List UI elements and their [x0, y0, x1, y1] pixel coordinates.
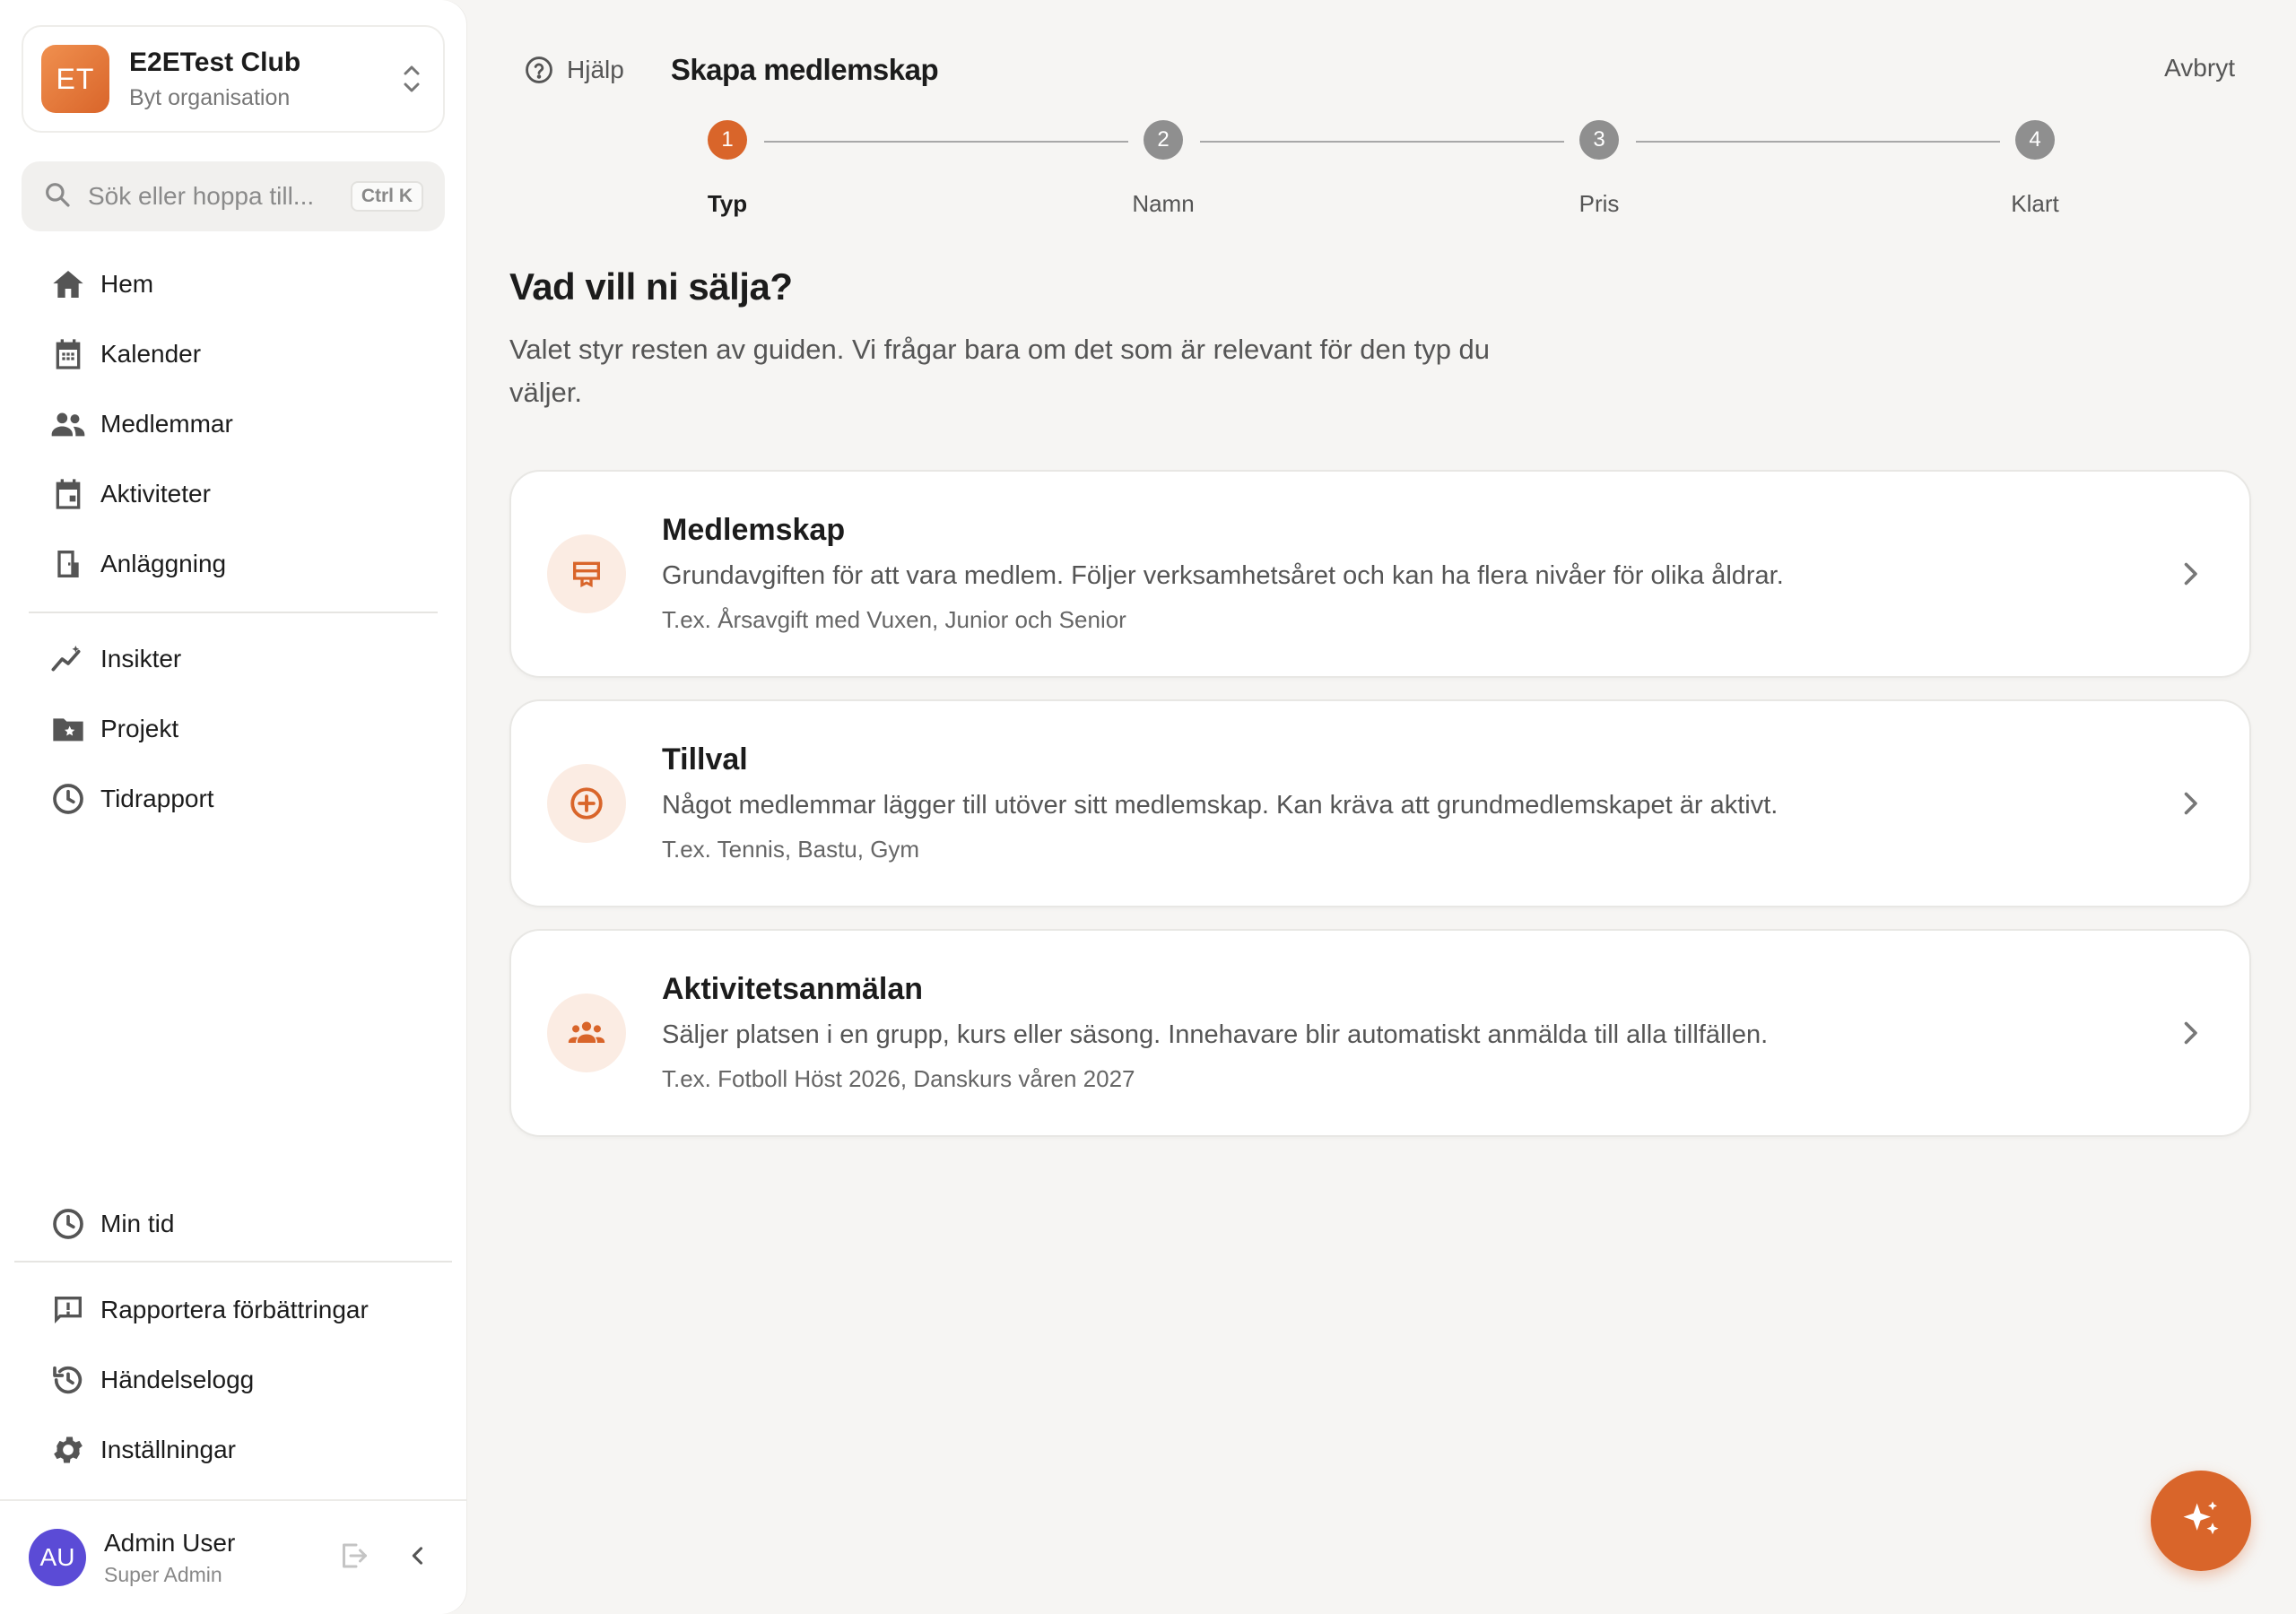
step-1-indicator[interactable]: 1 — [708, 120, 747, 160]
sidebar-item-insights[interactable]: Insikter — [0, 624, 466, 694]
sidebar-item-event-log[interactable]: Händelselogg — [0, 1345, 466, 1415]
sidebar-item-home[interactable]: Hem — [0, 249, 466, 319]
clock-icon — [53, 1209, 83, 1239]
step-connector — [764, 141, 1128, 143]
step-2-label: Namn — [1132, 190, 1195, 217]
sidebar-item-timesheet[interactable]: Tidrapport — [0, 764, 466, 834]
option-title: Tillval — [662, 742, 748, 777]
project-folder-icon — [53, 718, 83, 742]
option-description: Grundavgiften för att vara medlem. Följe… — [662, 561, 1784, 590]
sidebar-item-report-improvements[interactable]: Rapportera förbättringar — [0, 1275, 466, 1345]
option-example: T.ex. Årsavgift med Vuxen, Junior och Se… — [662, 606, 1126, 633]
step-3-label: Pris — [1578, 190, 1620, 217]
history-icon — [53, 1366, 83, 1394]
gear-icon — [54, 1436, 83, 1463]
section-heading: Vad vill ni sälja? — [509, 265, 793, 308]
option-card-membership[interactable]: Medlemskap Grundavgiften för att vara me… — [509, 470, 2251, 678]
option-example: T.ex. Fotboll Höst 2026, Danskurs våren … — [662, 1065, 1135, 1092]
step-1-label: Typ — [707, 190, 748, 217]
user-profile[interactable]: AU Admin User Super Admin — [0, 1499, 466, 1614]
add-circle-icon — [547, 764, 626, 843]
sidebar-item-settings[interactable]: Inställningar — [0, 1415, 466, 1485]
event-icon — [56, 479, 81, 509]
sidebar-item-members[interactable]: Medlemmar — [0, 389, 466, 459]
sidebar-item-projects[interactable]: Projekt — [0, 694, 466, 764]
sidebar-item-facility[interactable]: Anläggning — [0, 529, 466, 599]
footer-nav: Rapportera förbättringar Händelselogg In… — [0, 1275, 466, 1485]
sidebar-item-label: Anläggning — [100, 550, 227, 577]
option-description: Säljer platsen i en grupp, kurs eller sä… — [662, 1020, 1769, 1049]
section-intro: Valet styr resten av guiden. Vi frågar b… — [509, 334, 1491, 408]
sidebar-item-label: Min tid — [100, 1210, 175, 1237]
primary-nav: Hem Kalender Medlemmar Aktiviteter Anläg… — [0, 249, 466, 599]
user-name: Admin User — [104, 1528, 236, 1557]
people-icon — [51, 412, 85, 437]
secondary-nav: Insikter Projekt Tidrapport — [0, 624, 466, 834]
step-connector — [1636, 141, 2000, 143]
step-4-label: Klart — [2011, 190, 2059, 217]
step-2-indicator: 2 — [1144, 120, 1183, 160]
step-connector — [1200, 141, 1564, 143]
sidebar-item-label: Hem — [100, 270, 154, 298]
sidebar-item-label: Tidrapport — [100, 785, 214, 812]
sidebar-item-my-time[interactable]: Min tid — [0, 1189, 466, 1259]
option-title: Aktivitetsanmälan — [662, 972, 923, 1006]
user-role: Super Admin — [104, 1562, 222, 1586]
ai-assistant-button[interactable] — [2151, 1471, 2251, 1571]
option-title: Medlemskap — [662, 513, 846, 547]
sidebar-item-label: Aktiviteter — [100, 480, 211, 508]
sidebar-item-label: Händelselogg — [100, 1366, 255, 1393]
sidebar-item-label: Kalender — [100, 340, 202, 368]
membership-card-icon — [547, 534, 626, 613]
insights-icon — [51, 646, 81, 672]
home-icon — [53, 271, 83, 298]
option-description: Något medlemmar lägger till utöver sitt … — [662, 791, 1779, 820]
group-icon — [547, 994, 626, 1072]
sidebar-item-label: Medlemmar — [100, 410, 233, 438]
nav-divider — [29, 612, 438, 613]
chevron-right-icon — [2174, 787, 2206, 824]
nav-divider — [14, 1261, 452, 1263]
sidebar-item-calendar[interactable]: Kalender — [0, 319, 466, 389]
sidebar-item-label: Projekt — [100, 715, 179, 742]
personal-nav: Min tid — [0, 1189, 466, 1259]
clock-icon — [53, 784, 83, 814]
sidebar-item-activities[interactable]: Aktiviteter — [0, 459, 466, 529]
sparkle-icon — [2183, 1501, 2219, 1535]
chevron-right-icon — [2174, 558, 2206, 594]
logout-icon[interactable] — [337, 1540, 370, 1576]
facility-icon — [57, 551, 79, 577]
option-example: T.ex. Tennis, Bastu, Gym — [662, 836, 920, 863]
user-actions — [337, 1540, 430, 1576]
avatar: AU — [29, 1529, 86, 1586]
sidebar: ET E2ETest Club Byt organisation Sök ell… — [0, 0, 466, 1614]
sidebar-item-label: Rapportera förbättringar — [100, 1296, 369, 1323]
option-card-addon[interactable]: Tillval Något medlemmar lägger till utöv… — [509, 699, 2251, 907]
collapse-sidebar-icon[interactable] — [405, 1543, 430, 1573]
user-info: Admin User Super Admin — [104, 1529, 337, 1587]
calendar-icon — [56, 339, 81, 369]
wizard-stepper: 1 2 3 4 Typ Namn Pris Klart — [0, 0, 2296, 233]
step-4-indicator: 4 — [2015, 120, 2055, 160]
sidebar-item-label: Inställningar — [100, 1436, 236, 1463]
sidebar-item-label: Insikter — [100, 645, 182, 672]
feedback-icon — [55, 1297, 82, 1323]
option-card-activity-registration[interactable]: Aktivitetsanmälan Säljer platsen i en gr… — [509, 929, 2251, 1137]
chevron-right-icon — [2174, 1017, 2206, 1054]
step-3-indicator: 3 — [1579, 120, 1619, 160]
